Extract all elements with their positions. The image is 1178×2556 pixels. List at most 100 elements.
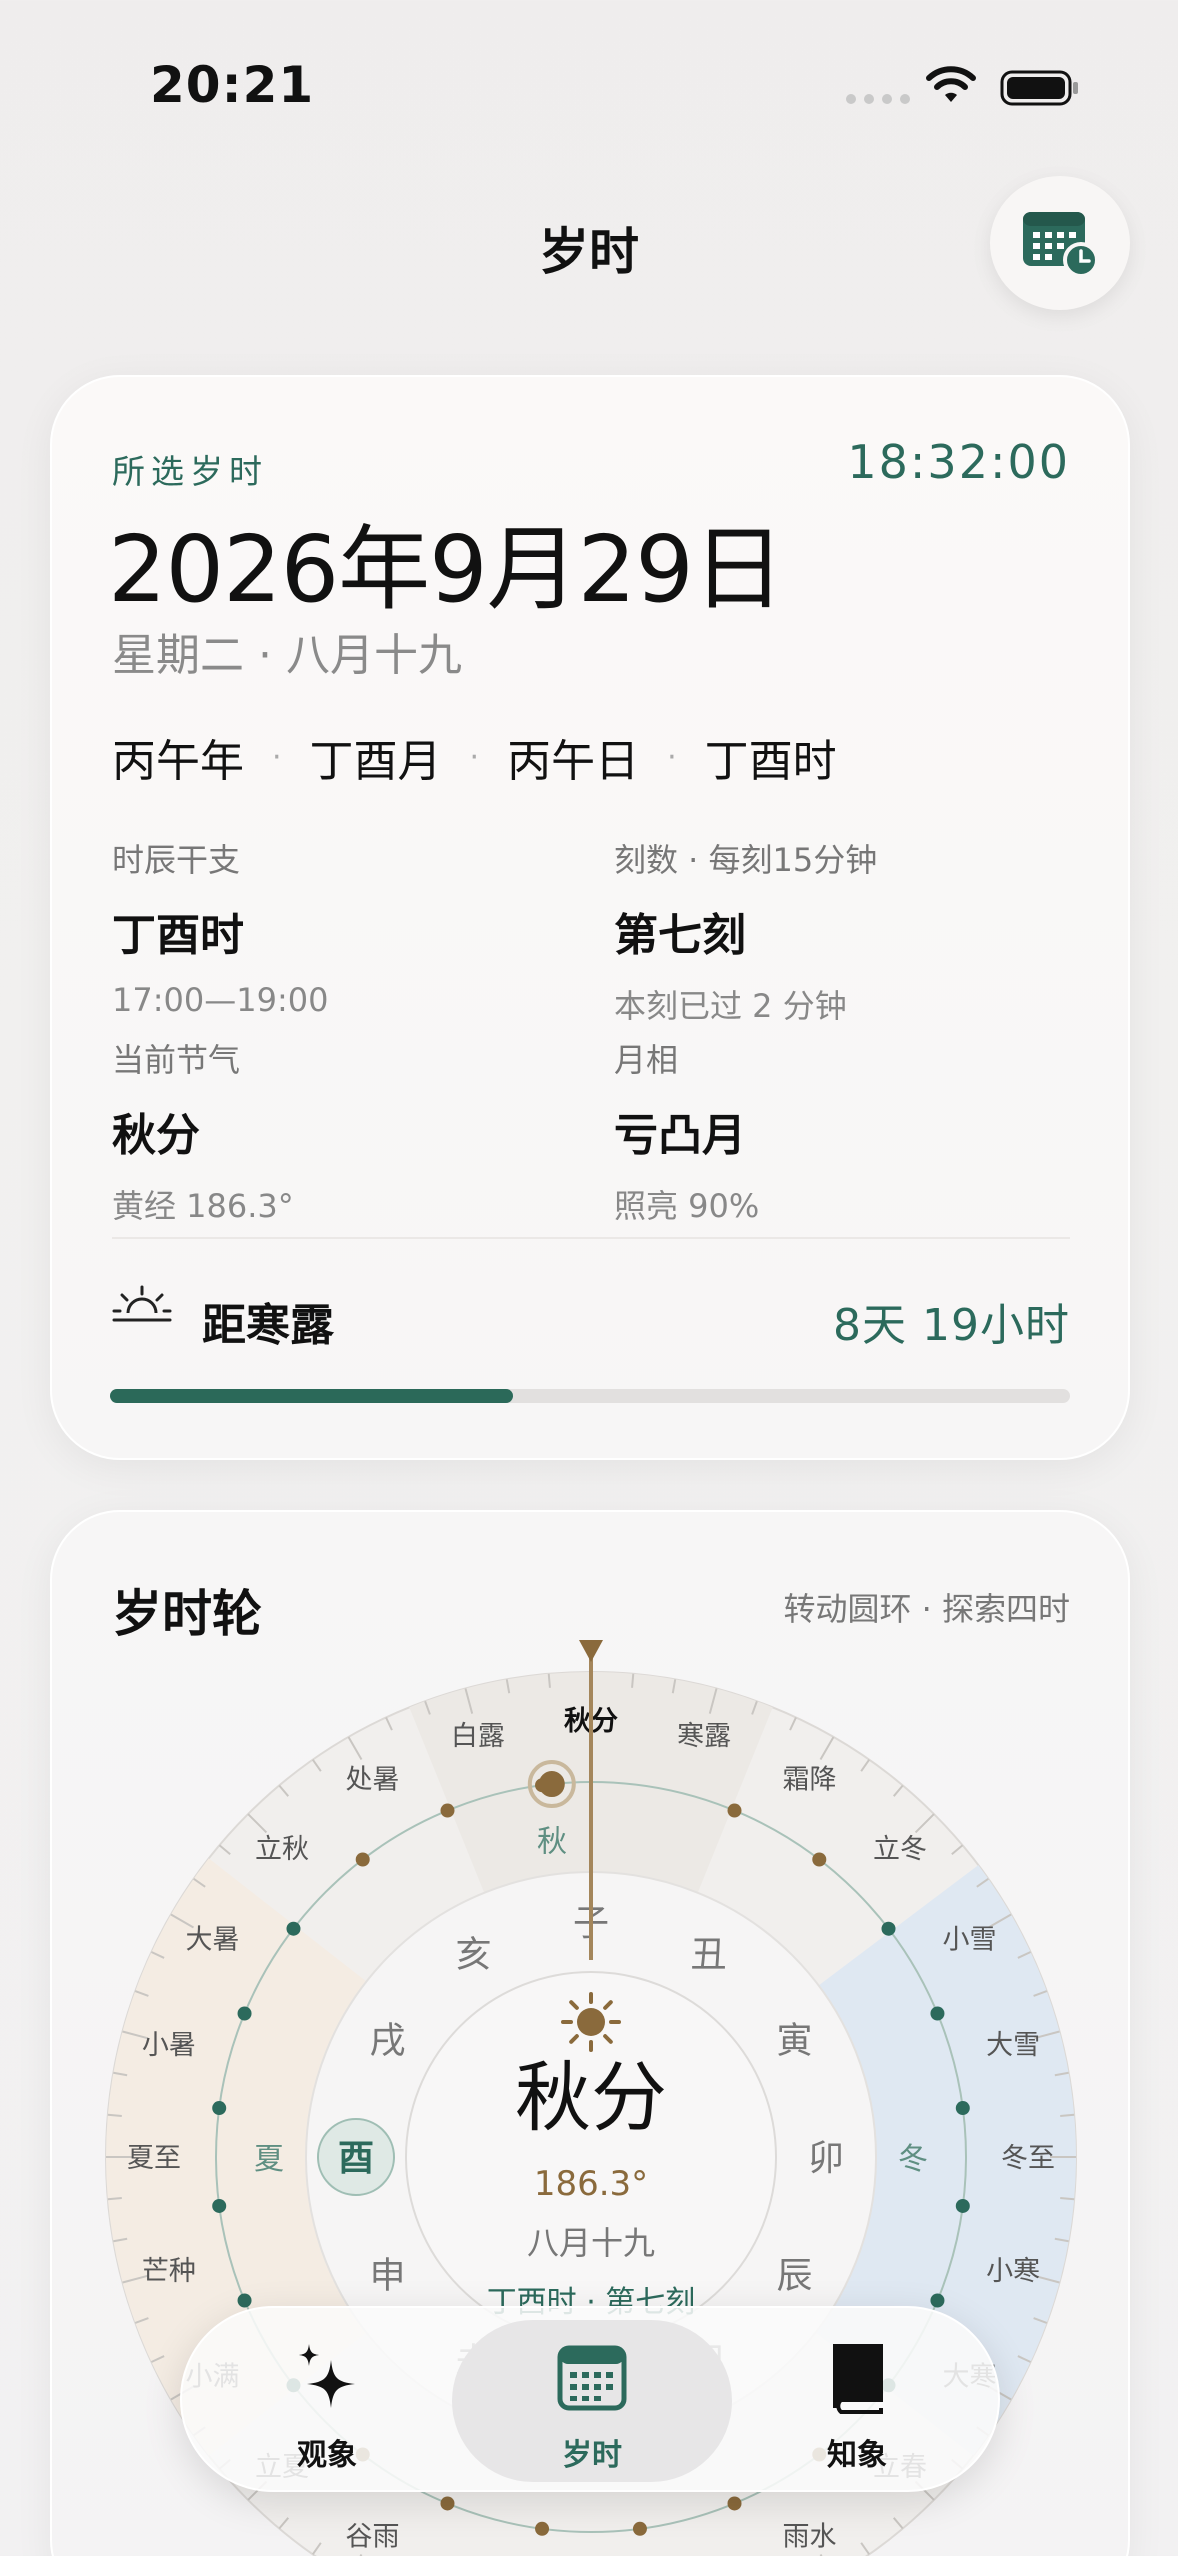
selected-date[interactable]: 2026年9月29日 [108,495,785,628]
term-dot [955,2198,970,2213]
wheel-tick [547,1673,551,1688]
separator-dot: · [272,739,282,775]
solar-term-label[interactable]: 夏至 [127,2143,181,2174]
ganzhi-month: 丁酉月 [309,736,442,787]
term-dot [812,1852,827,1867]
solar-term-label[interactable]: 立冬 [873,1834,927,1865]
info-shichen: 时辰干支 丁酉时 17:00—19:00 [112,835,328,1019]
tab-zhixiang[interactable]: 知象 [732,2308,982,2494]
info-sub: 黄经 186.3° [112,1187,294,1225]
term-dot [440,1803,455,1818]
solar-term-label[interactable]: 处暑 [346,1765,400,1796]
battery-icon [1000,70,1078,106]
wheel-tick [107,2113,122,2117]
separator-dot: · [469,739,480,775]
solar-term-label[interactable]: 小雪 [942,1925,996,1956]
wheel-pointer-icon [579,1640,603,1662]
info-label: 刻数 · 每刻15分钟 [614,841,878,879]
wifi-icon [926,66,976,102]
solar-term-label[interactable]: 小寒 [986,2256,1040,2287]
branch-label[interactable]: 寅 [777,2021,813,2062]
term-dot [237,2006,252,2021]
ganzhi-hour: 丁酉时 [704,736,837,787]
separator-dot: · [667,739,677,775]
branch-label[interactable]: 酉 [338,2138,374,2179]
info-ke: 刻数 · 每刻15分钟 第七刻 本刻已过 2 分钟 [614,835,877,1027]
info-value: 亏凸月 [614,1110,746,1161]
wheel-tick [1060,2113,1075,2117]
term-dot [286,1921,301,1936]
season-label: 冬 [898,2142,928,2177]
info-sub: 本刻已过 2 分钟 [614,987,847,1025]
calendar-picker-button[interactable] [990,176,1130,310]
info-label: 当前节气 [112,1041,241,1079]
status-time: 20:21 [150,56,315,114]
selected-time[interactable]: 18:32:00 [847,435,1070,489]
branch-label[interactable]: 丑 [690,1934,726,1975]
term-dot [930,2293,945,2308]
solar-term-label[interactable]: 霜降 [783,1765,837,1796]
term-dot [727,2496,742,2511]
solar-term-label[interactable]: 谷雨 [346,2521,400,2552]
center-degree: 186.3° [534,2164,648,2204]
info-jieqi: 当前节气 秋分 黄经 186.3° [112,1035,294,1227]
term-dot [212,2101,227,2116]
info-moon: 月相 亏凸月 照亮 90% [614,1035,759,1227]
countdown-label: 距寒露 [202,1300,334,1351]
info-value: 丁酉时 [112,910,244,961]
solar-term-label[interactable]: 大暑 [186,1925,240,1956]
tab-bar: 观象 岁时 知象 [180,2306,1000,2492]
branch-label[interactable]: 辰 [777,2256,813,2297]
solar-term-label[interactable]: 白露 [451,1721,505,1752]
solar-term-label[interactable]: 冬至 [1001,2143,1055,2174]
term-dot [930,2006,945,2021]
term-dot [727,1803,742,1818]
term-dot [355,1852,370,1867]
sunrise-icon [112,1285,172,1322]
ganzhi-row: 丙午年 · 丁酉月 · 丙午日 · 丁酉时 [112,725,837,789]
countdown-value: 8天 19小时 [833,1300,1070,1351]
signal-icon [846,94,910,104]
sun-icon [577,2008,605,2036]
season-label: 秋 [537,1824,567,1859]
divider [112,1237,1070,1239]
term-dot [212,2198,227,2213]
tab-label: 知象 [827,2438,887,2473]
solar-term-label[interactable]: 雨水 [783,2521,837,2552]
info-value: 秋分 [112,1110,200,1161]
book-icon [833,2344,883,2414]
branch-label[interactable]: 申 [369,2256,405,2297]
info-label: 月相 [614,1041,679,1079]
term-dot [535,2521,550,2536]
term-dot [237,2293,252,2308]
wheel-hint: 转动圆环 · 探索四时 [783,1590,1070,1628]
center-lunar: 八月十九 [527,2224,655,2262]
branch-label[interactable]: 卯 [808,2138,844,2179]
tab-guanxiang[interactable]: 观象 [202,2308,452,2494]
calendar-clock-icon [1023,212,1099,278]
info-value: 第七刻 [614,910,746,961]
solar-term-label[interactable]: 大雪 [986,2030,1040,2061]
solar-term-label[interactable]: 立秋 [255,1834,309,1865]
wheel-tick [631,1673,635,1688]
term-dot [881,1921,896,1936]
solar-term-label[interactable]: 小暑 [142,2030,196,2061]
branch-label[interactable]: 戌 [369,2021,405,2062]
countdown-progress-bar [110,1389,1070,1403]
info-sub: 17:00—19:00 [112,981,329,1019]
season-label: 夏 [254,2142,284,2177]
wheel-tick [107,2197,122,2201]
info-label: 时辰干支 [112,841,241,879]
tab-suishi[interactable]: 岁时 [467,2308,717,2494]
branch-label[interactable]: 亥 [455,1934,491,1975]
term-dot [440,2496,455,2511]
solar-term-label[interactable]: 寒露 [677,1721,731,1752]
term-dot [632,2521,647,2536]
calendar-icon [557,2345,627,2411]
countdown-progress-fill [110,1389,514,1403]
solar-term-label[interactable]: 芒种 [142,2256,196,2287]
selected-time-card: 所选岁时 18:32:00 2026年9月29日 星期二 · 八月十九 丙午年 … [50,375,1130,1460]
selected-label: 所选岁时 [112,452,268,491]
tab-label: 观象 [297,2438,357,2473]
info-sub: 照亮 90% [614,1187,760,1225]
